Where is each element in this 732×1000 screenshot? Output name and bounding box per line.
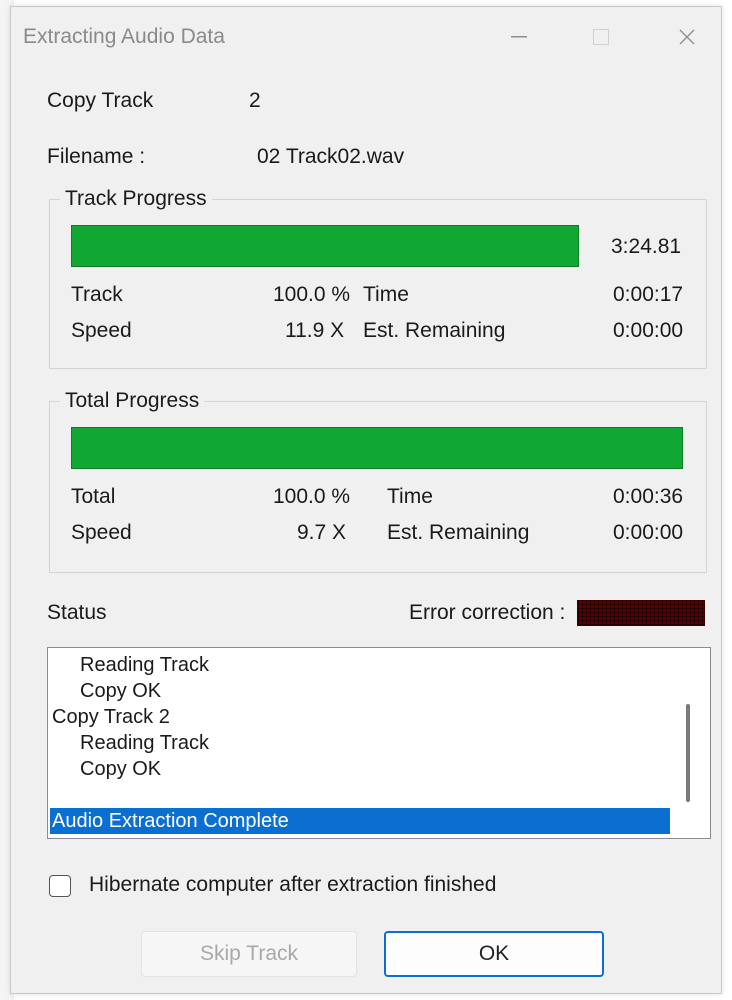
log-selected-row[interactable]: Audio Extraction Complete [50,808,670,834]
total-progress-title: Total Progress [60,389,205,413]
minimize-icon [511,36,527,38]
log-scrollbar-thumb[interactable] [686,704,690,802]
copy-track-label: Copy Track [47,89,154,112]
track-progress-bar [71,225,579,267]
total-percent: 100.0 % [273,485,351,508]
title-bar: Extracting Audio Data [11,7,721,69]
total-label: Total [71,485,116,508]
log-line: Reading Track [80,654,209,676]
status-label: Status [47,601,107,624]
track-progress-title: Track Progress [60,187,212,211]
filename-label: Filename : [47,145,146,168]
extracting-audio-dialog: Extracting Audio Data Copy Track 2 Filen… [10,6,722,994]
error-correction-meter [577,600,705,626]
copy-track-value: 2 [249,89,261,112]
total-time-value: 0:00:36 [613,485,684,508]
log-line: Copy OK [80,680,162,702]
hibernate-checkbox[interactable] [49,875,71,897]
close-button[interactable] [665,17,709,57]
error-correction-label: Error correction : [409,601,566,624]
track-speed-value: 11.9 X [285,319,345,342]
maximize-icon [593,29,609,45]
total-time-label: Time [387,485,433,508]
maximize-button[interactable] [579,17,623,57]
total-remaining-label: Est. Remaining [387,521,530,544]
ok-button[interactable]: OK [384,931,604,977]
log-line: Reading Track [80,732,209,754]
track-remaining-label: Est. Remaining [363,319,506,342]
total-remaining-value: 0:00:00 [613,521,684,544]
skip-track-label: Skip Track [199,942,299,965]
track-remaining-value: 0:00:00 [613,319,684,342]
close-icon [679,29,695,45]
track-label: Track [71,283,123,306]
track-percent: 100.0 % [273,283,351,306]
filename-value: 02 Track02.wav [257,145,405,168]
skip-track-button[interactable]: Skip Track [141,931,357,977]
total-speed-label: Speed [71,521,132,544]
log-line: Copy OK [80,758,162,780]
track-length: 3:24.81 [611,235,682,258]
total-speed-value: 9.7 X [297,521,347,544]
total-progress-bar [71,427,683,469]
hibernate-label[interactable]: Hibernate computer after extraction fini… [89,873,496,897]
ok-label: OK [478,942,510,965]
track-speed-label: Speed [71,319,132,342]
log-line: Copy Track 2 [52,706,170,728]
window-title: Extracting Audio Data [23,25,225,48]
status-log-list[interactable]: Reading Track Copy OK Copy Track 2 Readi… [47,647,711,839]
track-time-label: Time [363,283,409,306]
log-selected-text: Audio Extraction Complete [52,810,289,832]
track-time-value: 0:00:17 [613,283,684,306]
minimize-button[interactable] [497,17,541,57]
